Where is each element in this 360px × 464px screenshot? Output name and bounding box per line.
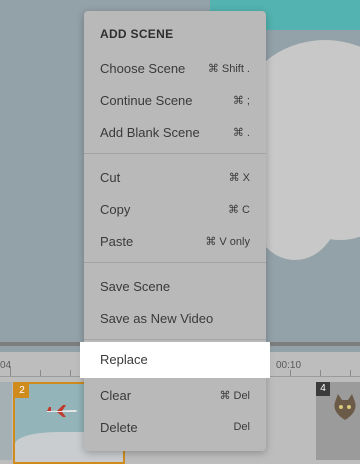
ruler-tick (290, 370, 291, 376)
menu-item-save-scene[interactable]: Save Scene (84, 271, 266, 303)
menu-item-label: Add Blank Scene (100, 125, 200, 140)
ruler-tick (70, 370, 71, 376)
ruler-tick (350, 370, 351, 376)
scene-thumbnail[interactable]: 4 (316, 382, 360, 460)
menu-item-label: Choose Scene (100, 61, 186, 76)
keyboard-shortcut: ⌘ V only (205, 236, 250, 248)
menu-divider (84, 262, 266, 263)
menu-item-save-as-new-video[interactable]: Save as New Video (84, 303, 266, 335)
keyboard-shortcut: ⌘ Del (219, 390, 250, 402)
keyboard-shortcut: Del (233, 421, 250, 433)
ruler-tick (320, 370, 321, 376)
menu-item-continue-scene[interactable]: Continue Scene ⌘ ; (84, 85, 266, 117)
keyboard-shortcut: ⌘ C (228, 204, 250, 216)
menu-item-label: Continue Scene (100, 93, 193, 108)
ruler-time-label: 00:10 (276, 360, 302, 371)
menu-section-heading: ADD SCENE (100, 27, 174, 41)
menu-divider (84, 339, 266, 340)
menu-item-label: Cut (100, 170, 121, 185)
ruler-tick (40, 370, 41, 376)
menu-item-copy[interactable]: Copy ⌘ C (84, 194, 266, 226)
scene-context-menu: ADD SCENE Choose Scene ⌘ Shift . Continu… (80, 11, 270, 451)
keyboard-shortcut: ⌘ . (232, 127, 250, 139)
menu-item-paste[interactable]: Paste ⌘ V only (84, 226, 266, 258)
scene-thumbnail[interactable] (0, 382, 12, 460)
menu-item-label: Clear (100, 388, 132, 403)
menu-item-label: Paste (100, 234, 134, 249)
menu-item-cut[interactable]: Cut ⌘ X (84, 162, 266, 194)
menu-item-replace[interactable]: Replace (80, 342, 270, 378)
menu-item-label: Delete (100, 420, 138, 435)
menu-item-label: Copy (100, 202, 131, 217)
ruler-tick (10, 366, 11, 376)
menu-item-label: Replace (100, 352, 148, 367)
keyboard-shortcut: ⌘ ; (232, 95, 250, 107)
scene-number-badge: 4 (316, 382, 330, 396)
keyboard-shortcut: ⌘ X (228, 172, 250, 184)
menu-item-delete[interactable]: Delete Del (84, 412, 266, 444)
menu-item-label: Save as New Video (100, 311, 214, 326)
menu-item-choose-scene[interactable]: Choose Scene ⌘ Shift . (84, 53, 266, 85)
airplane-icon (47, 405, 78, 417)
menu-item-add-blank-scene[interactable]: Add Blank Scene ⌘ . (84, 117, 266, 149)
keyboard-shortcut: ⌘ Shift . (207, 63, 250, 75)
menu-item-label: Save Scene (100, 279, 171, 294)
menu-item-clear[interactable]: Clear ⌘ Del (84, 380, 266, 412)
menu-divider (84, 153, 266, 154)
scene-number-badge: 2 (15, 384, 29, 398)
cat-icon (334, 394, 356, 420)
